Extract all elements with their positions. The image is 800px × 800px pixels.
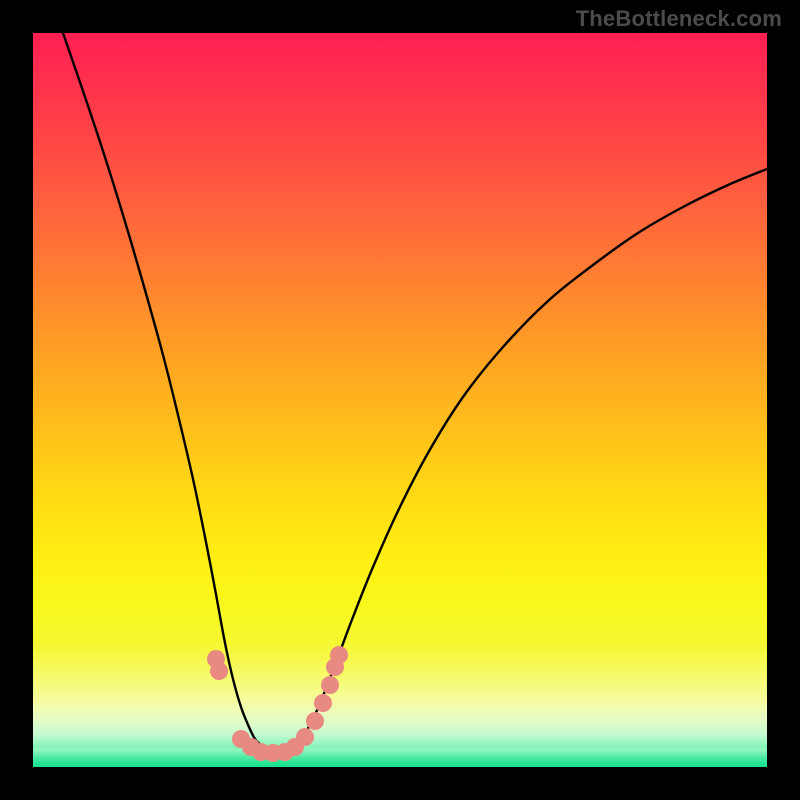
data-marker bbox=[314, 694, 332, 712]
curve-left-arm bbox=[63, 33, 277, 753]
watermark-text: TheBottleneck.com bbox=[576, 6, 782, 32]
plot-area bbox=[33, 33, 767, 767]
curve-right-arm bbox=[277, 169, 767, 753]
data-marker bbox=[321, 676, 339, 694]
chart-svg bbox=[33, 33, 767, 767]
chart-frame: TheBottleneck.com bbox=[0, 0, 800, 800]
data-marker bbox=[296, 728, 314, 746]
data-marker bbox=[210, 662, 228, 680]
data-marker bbox=[330, 646, 348, 664]
data-marker bbox=[306, 712, 324, 730]
